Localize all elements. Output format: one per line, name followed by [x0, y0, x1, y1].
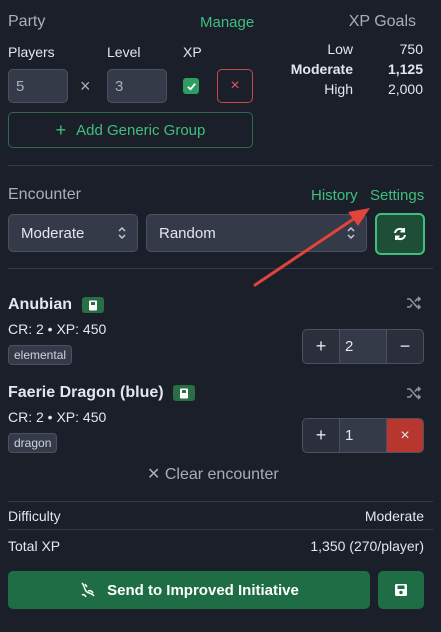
total-xp-value: 1,350 (270/player)	[310, 538, 424, 554]
manage-link[interactable]: Manage	[200, 14, 254, 31]
save-button[interactable]	[378, 571, 424, 609]
monster-stats: CR: 2 • XP: 450	[8, 409, 107, 425]
xp-label: XP	[183, 44, 202, 60]
increment-button[interactable]: +	[303, 419, 339, 452]
level-label: Level	[107, 44, 141, 60]
level-input[interactable]: 3	[107, 69, 167, 103]
total-xp-label: Total XP	[8, 538, 61, 554]
xp-checkbox[interactable]	[183, 78, 199, 94]
plus-icon: +	[55, 119, 67, 140]
history-link[interactable]: History	[311, 187, 358, 204]
book-icon[interactable]	[81, 297, 104, 314]
refresh-icon	[394, 227, 406, 241]
monster-name: Anubian	[8, 296, 72, 313]
shuffle-icon[interactable]	[406, 386, 422, 403]
encounter-type-select[interactable]: Random	[146, 214, 367, 252]
divider	[8, 268, 433, 269]
difficulty-select[interactable]: Moderate	[8, 214, 138, 252]
send-button-label: Send to Improved Initiative	[107, 581, 299, 599]
difficulty-value: Moderate	[364, 508, 424, 524]
monster-tag[interactable]: dragon	[8, 433, 58, 453]
generate-encounter-button[interactable]	[375, 213, 425, 255]
monster-item: Anubian	[8, 296, 104, 314]
times-symbol: ×	[80, 76, 91, 96]
send-to-initiative-button[interactable]: Send to Improved Initiative	[8, 571, 370, 609]
monster-name: Faerie Dragon (blue)	[8, 384, 164, 401]
updown-chevron-icon	[347, 226, 355, 240]
add-generic-group-label: Add Generic Group	[76, 121, 206, 139]
xp-goals-title: XP Goals	[348, 13, 416, 30]
quantity-stepper: + 1 ×	[302, 418, 424, 453]
quantity-stepper: + 2 −	[302, 329, 424, 364]
quantity-value[interactable]: 2	[339, 330, 387, 363]
clear-encounter-button[interactable]: ✕ Clear encounter	[147, 464, 279, 484]
party-title: Party	[8, 13, 46, 30]
divider	[8, 501, 433, 502]
check-icon	[186, 82, 196, 91]
players-label: Players	[8, 44, 55, 60]
difficulty-select-value: Moderate	[21, 224, 85, 242]
updown-chevron-icon	[118, 226, 126, 240]
monster-tag[interactable]: elemental	[8, 345, 73, 365]
book-icon[interactable]	[173, 385, 196, 402]
encounter-type-value: Random	[159, 224, 216, 242]
divider	[8, 529, 433, 530]
dragon-icon	[81, 582, 95, 598]
difficulty-label: Difficulty	[8, 508, 61, 524]
monster-item: Faerie Dragon (blue)	[8, 384, 196, 402]
monster-stats: CR: 2 • XP: 450	[8, 321, 107, 337]
players-input[interactable]: 5	[8, 69, 68, 103]
divider	[8, 165, 433, 166]
increment-button[interactable]: +	[303, 330, 339, 363]
encounter-title: Encounter	[8, 186, 81, 203]
quantity-value[interactable]: 1	[339, 419, 387, 452]
settings-link[interactable]: Settings	[370, 187, 424, 204]
remove-party-row-button[interactable]: ×	[217, 69, 253, 103]
decrement-button[interactable]: −	[387, 330, 423, 363]
xp-goal-moderate: Moderate 1,125	[290, 61, 423, 77]
remove-monster-button[interactable]: ×	[387, 419, 423, 452]
xp-goal-high: High 2,000	[324, 81, 423, 97]
add-generic-group-button[interactable]: + Add Generic Group	[8, 112, 253, 148]
xp-goal-low: Low 750	[327, 41, 423, 57]
shuffle-icon[interactable]	[406, 296, 422, 313]
save-icon	[395, 584, 407, 596]
